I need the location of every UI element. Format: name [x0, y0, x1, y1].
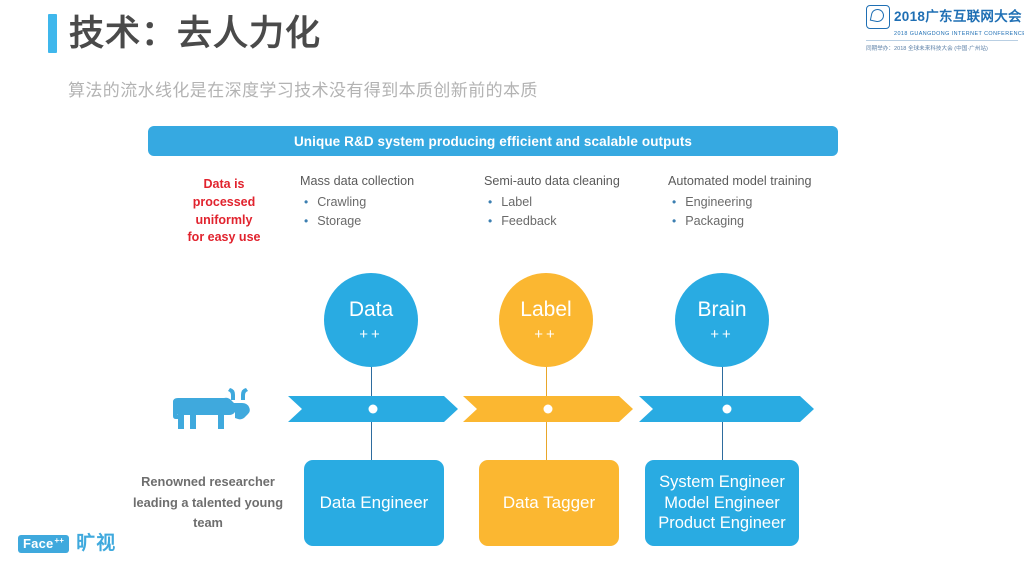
role-box-data-engineer: Data Engineer	[304, 460, 444, 546]
list-item-label: Storage	[317, 213, 362, 228]
circle-label: Brain	[697, 297, 747, 321]
red-note-line-1: Data is	[203, 177, 245, 191]
list-item-label: Crawling	[317, 195, 367, 209]
stage-circle-data: Data ++	[324, 273, 418, 367]
bullet-column-3: Automated model training • Engineering •…	[668, 174, 852, 231]
bullet-icon: •	[672, 195, 677, 209]
list-item-label: Label	[501, 195, 533, 209]
process-arrow-1	[288, 396, 458, 422]
conference-logo-row: 2018广东互联网大会	[866, 5, 1022, 29]
connector-line-bottom-1	[370, 422, 373, 464]
page-title: 技术：去人力化	[48, 14, 321, 53]
conference-title-en: 2018 GUANGDONG INTERNET CONFERENCE	[894, 31, 1024, 37]
circle-plus: ++	[534, 325, 558, 343]
circle-label: Label	[520, 297, 572, 321]
face-badge: Face ++	[18, 534, 70, 553]
banner-label: Unique R&D system producing efficient an…	[293, 133, 693, 149]
face-badge-sup: ++	[54, 535, 65, 545]
brand-chinese: 旷视	[76, 533, 117, 554]
bullet-icon: •	[672, 213, 677, 228]
column-list: • Label • Feedback	[484, 193, 668, 231]
bullet-icon: •	[488, 213, 493, 228]
researcher-caption: Renowned researcher leading a talented y…	[132, 474, 284, 531]
column-list: • Crawling • Storage	[300, 193, 484, 231]
brand-logo: Face ++ 旷视	[18, 534, 116, 553]
banner: Unique R&D system producing efficient an…	[148, 126, 838, 156]
list-item: • Packaging	[668, 212, 852, 231]
list-item-label: Feedback	[501, 213, 557, 228]
bullet-icon: •	[304, 213, 309, 228]
circle-label: Data	[348, 297, 394, 321]
circle-plus: ++	[710, 325, 734, 343]
circle-plus: ++	[359, 325, 383, 343]
bullet-column-2: Semi-auto data cleaning • Label • Feedba…	[484, 174, 668, 231]
process-arrow-2	[463, 396, 633, 422]
bullet-icon: •	[304, 195, 309, 209]
cow-icon	[173, 388, 250, 429]
column-header: Automated model training	[668, 174, 812, 188]
list-item: • Feedback	[484, 212, 668, 231]
list-item-label: Packaging	[685, 213, 745, 228]
bullet-columns: Mass data collection • Crawling • Storag…	[300, 174, 860, 231]
title-text: 技术：去人力化	[69, 14, 322, 53]
conference-swirl-icon	[866, 5, 890, 29]
role-box-engineers: System Engineer Model Engineer Product E…	[645, 460, 799, 546]
conference-logo: 2018广东互联网大会 2018 GUANGDONG INTERNET CONF…	[866, 5, 1024, 52]
conference-title-cn: 2018广东互联网大会	[894, 9, 1022, 25]
arrow-node-dot	[368, 404, 378, 414]
process-arrow-3	[639, 396, 814, 422]
conference-subtitle: 同期举办：2018 全球未来科技大会 (中国·广州站)	[866, 40, 1018, 52]
slide-canvas: 2018广东互联网大会 2018 GUANGDONG INTERNET CONF…	[0, 0, 1024, 576]
bullet-column-1: Mass data collection • Crawling • Storag…	[300, 174, 484, 231]
list-item: • Engineering	[668, 193, 852, 212]
red-note: Data is processed uniformly for easy use	[158, 176, 290, 247]
connector-line-bottom-3	[721, 422, 724, 464]
list-item-label: Engineering	[685, 195, 753, 209]
role-box-label: Data Tagger	[502, 493, 596, 513]
red-note-line-2: processed	[192, 194, 256, 209]
list-item: • Crawling	[300, 193, 484, 212]
title-accent-bar	[48, 14, 57, 53]
connector-line-bottom-2	[545, 422, 548, 464]
role-box-data-tagger: Data Tagger	[479, 460, 619, 546]
stage-circle-brain: Brain ++	[675, 273, 769, 367]
column-list: • Engineering • Packaging	[668, 193, 852, 231]
red-note-line-3: uniformly	[195, 212, 253, 227]
list-item: • Label	[484, 193, 668, 212]
arrow-node-dot	[543, 404, 553, 414]
page-subtitle: 算法的流水线化是在深度学习技术没有得到本质创新前的本质	[68, 81, 538, 100]
role-box-label: Data Engineer	[319, 493, 429, 513]
stage-circle-label: Label ++	[499, 273, 593, 367]
red-note-line-4: for easy use	[187, 230, 261, 245]
column-header: Semi-auto data cleaning	[484, 174, 620, 188]
role-box-label: System Engineer Model Engineer Product E…	[658, 472, 786, 533]
bullet-icon: •	[488, 195, 493, 209]
list-item: • Storage	[300, 212, 484, 231]
face-badge-text: Face	[23, 535, 54, 551]
arrow-node-dot	[722, 404, 731, 414]
column-header: Mass data collection	[300, 174, 415, 188]
